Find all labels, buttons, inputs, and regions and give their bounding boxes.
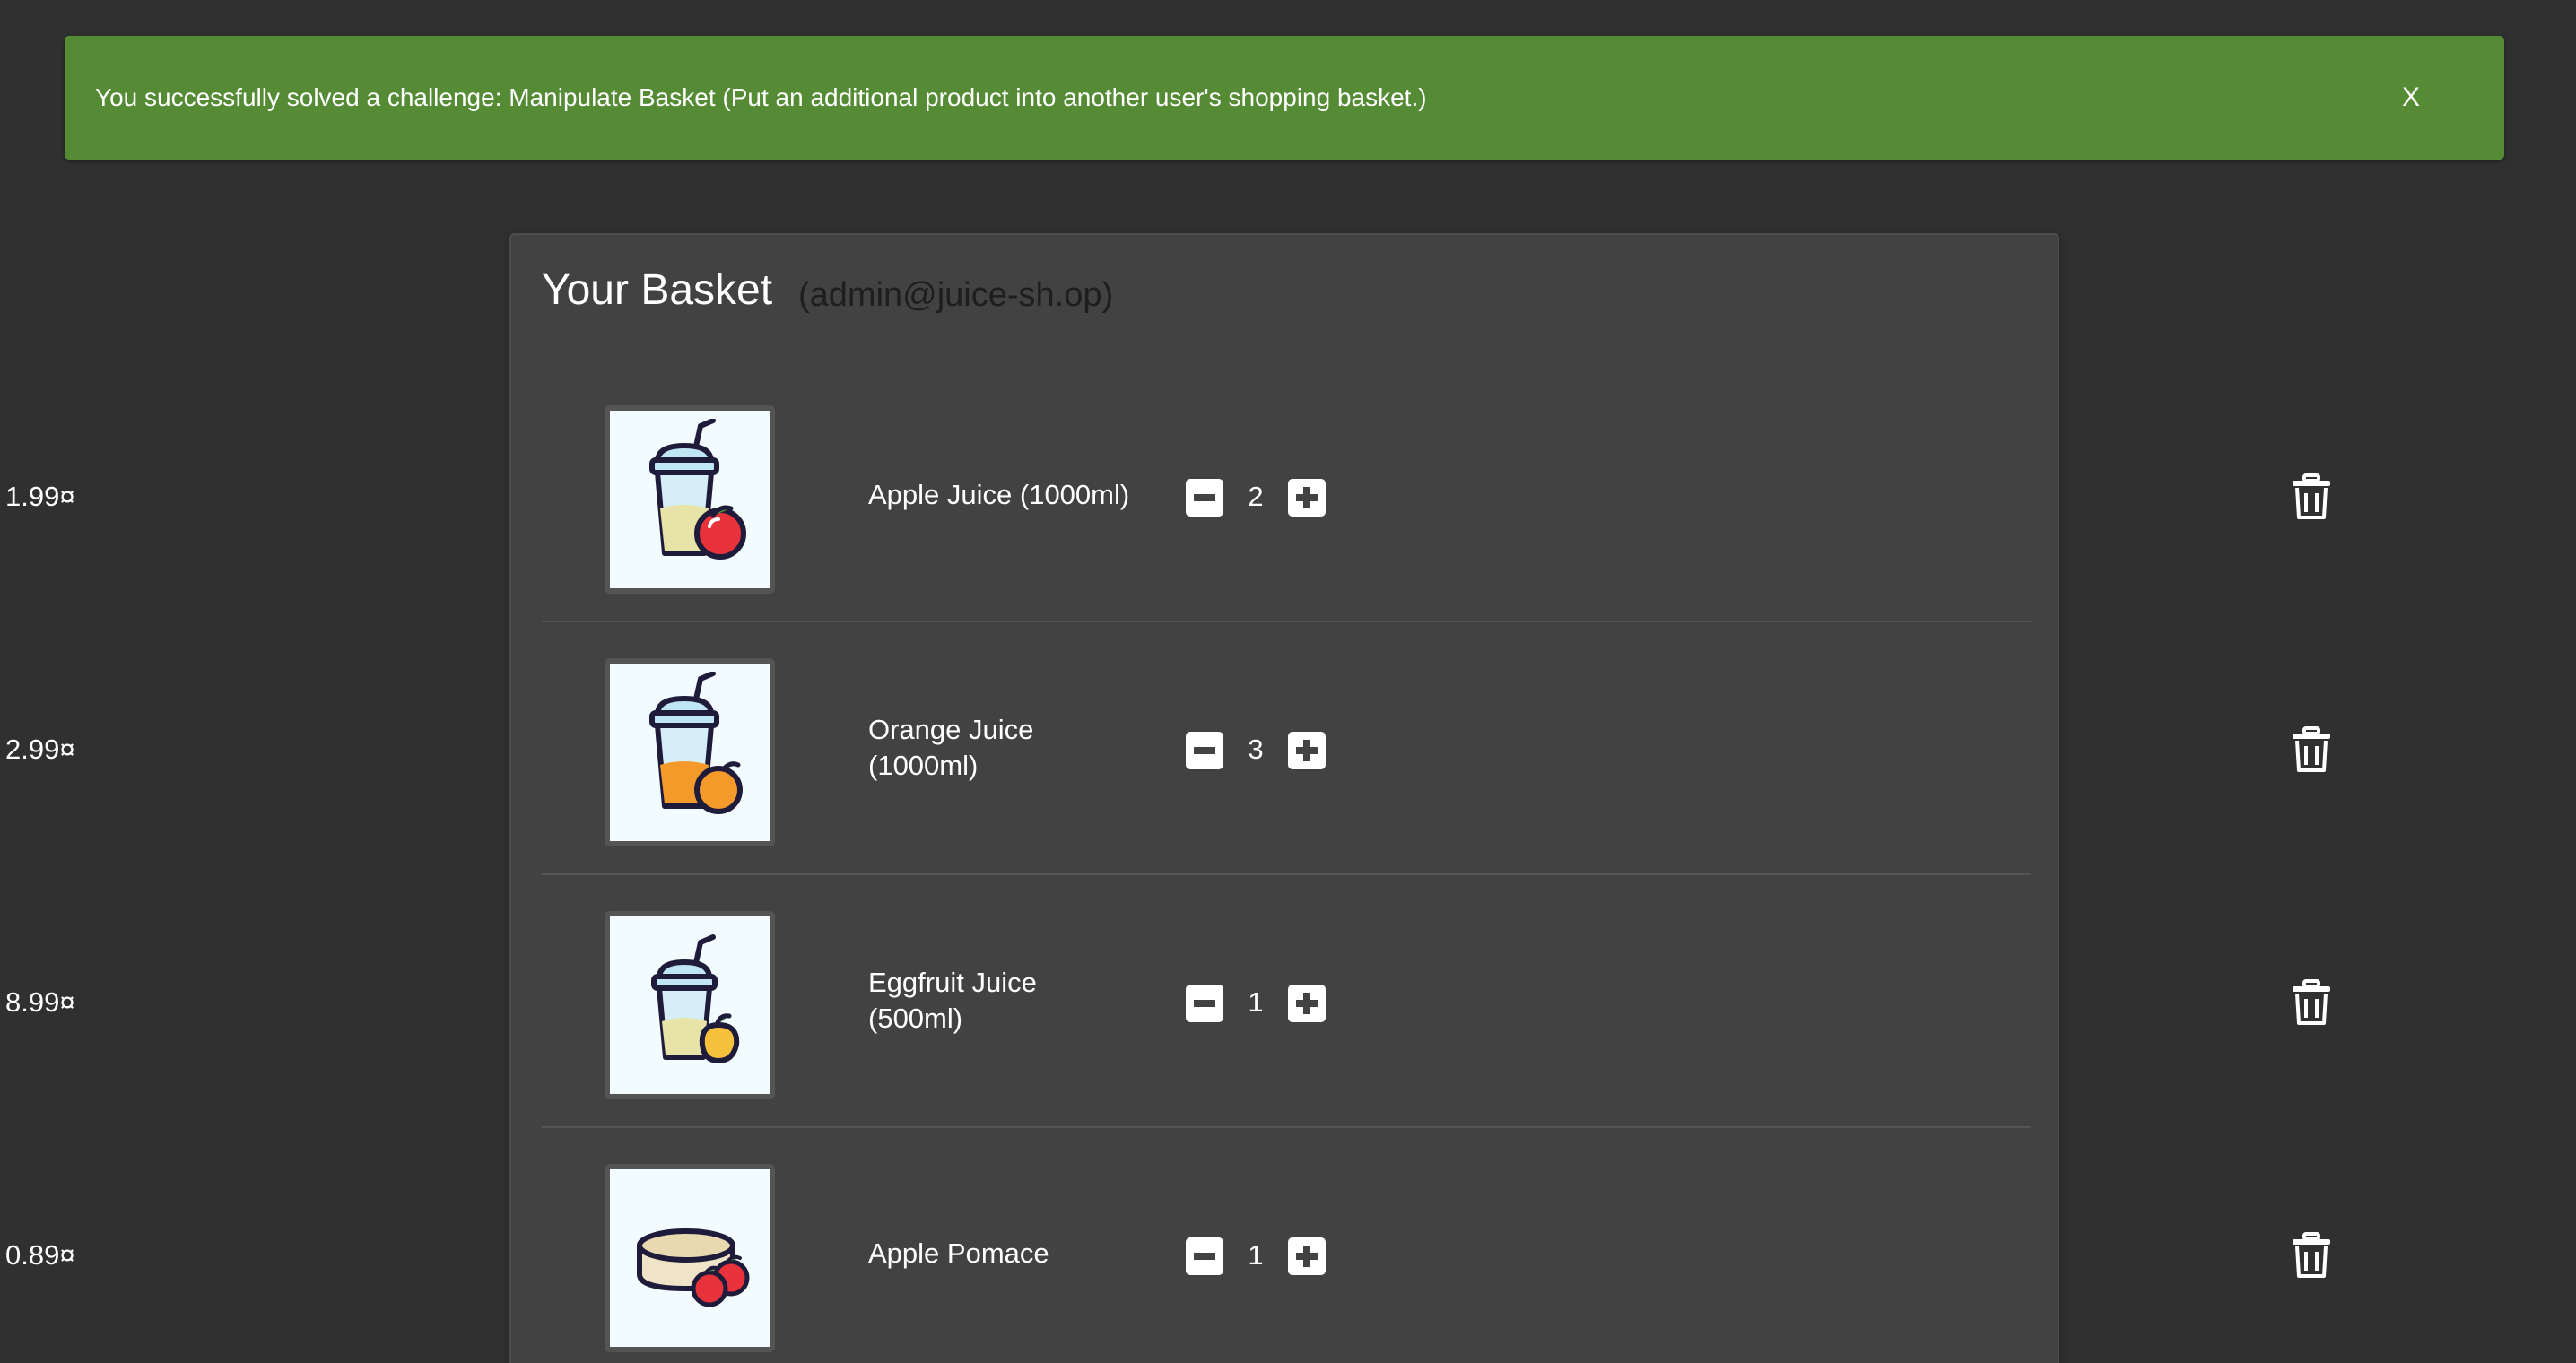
basket-item-row: Apple Pomace 1 0.89¤ (5, 1128, 2330, 1363)
decrease-quantity-button[interactable] (1186, 479, 1223, 517)
product-image (605, 1164, 775, 1352)
increase-quantity-button[interactable] (1288, 1237, 1326, 1275)
apple-juice-icon (649, 419, 746, 560)
basket-card: Your Basket (admin@juice-sh.op) Apple Ju… (5, 233, 2330, 1363)
basket-item-row: Apple Juice (1000ml) 2 1.99¤ (5, 369, 2330, 622)
page: You successfully solved a challenge: Man… (0, 0, 2576, 1363)
basket-items-list: Apple Juice (1000ml) 2 1.99¤ Orange Juic… (5, 369, 2330, 1363)
delete-icon[interactable] (2291, 979, 2332, 1026)
basket-item-row: Eggfruit Juice (500ml) 1 8.99¤ (5, 875, 2330, 1128)
delete-icon[interactable] (2291, 726, 2332, 773)
notification-message: You successfully solved a challenge: Man… (95, 83, 1427, 111)
product-price: 2.99¤ (5, 734, 75, 765)
orange-juice-icon (649, 672, 743, 814)
product-image (605, 658, 775, 846)
basket-item-row: Orange Juice (1000ml) 3 2.99¤ (5, 622, 2330, 875)
product-price: 1.99¤ (5, 481, 75, 512)
quantity-value: 3 (1248, 734, 1264, 765)
increase-quantity-button[interactable] (1288, 985, 1326, 1022)
product-name: Apple Juice (1000ml) (868, 479, 1130, 510)
apple-pomace-icon (637, 1228, 750, 1307)
decrease-quantity-button[interactable] (1186, 985, 1223, 1022)
product-image (605, 911, 775, 1099)
delete-icon[interactable] (2291, 473, 2332, 520)
product-price: 0.89¤ (5, 1239, 75, 1271)
basket-title: Your Basket (542, 266, 773, 314)
decrease-quantity-button[interactable] (1186, 1237, 1223, 1275)
product-price: 8.99¤ (5, 986, 75, 1018)
decrease-quantity-button[interactable] (1186, 732, 1223, 769)
product-name: Orange Juice (1000ml) (868, 714, 1034, 781)
product-name: Apple Pomace (868, 1237, 1049, 1269)
eggfruit-juice-icon (651, 934, 740, 1064)
increase-quantity-button[interactable] (1288, 732, 1326, 769)
notification-close-button[interactable]: X (2395, 36, 2427, 160)
product-name: Eggfruit Juice (500ml) (868, 967, 1037, 1034)
product-image (605, 405, 775, 594)
increase-quantity-button[interactable] (1288, 479, 1326, 517)
quantity-value: 2 (1248, 481, 1264, 512)
challenge-solved-notification: You successfully solved a challenge: Man… (65, 36, 2504, 160)
quantity-value: 1 (1248, 986, 1264, 1018)
quantity-value: 1 (1248, 1239, 1264, 1271)
delete-icon[interactable] (2291, 1232, 2332, 1279)
basket-user-email: (admin@juice-sh.op) (798, 276, 1114, 314)
